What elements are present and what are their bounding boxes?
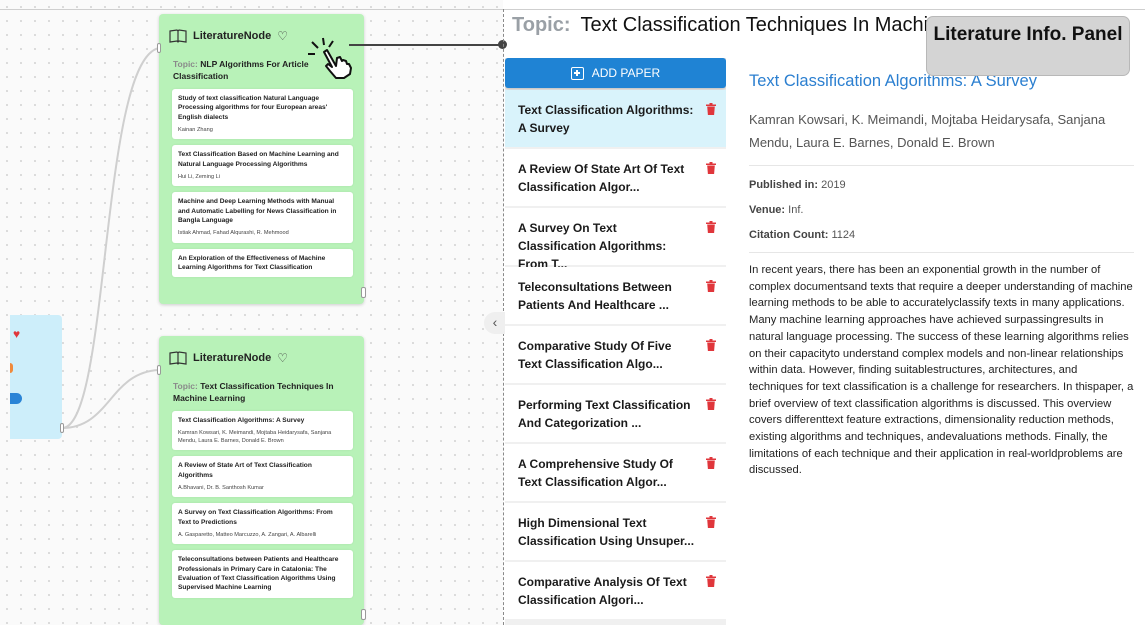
paper-card[interactable]: Text Classification Based on Machine Lea…: [172, 145, 353, 187]
node-output-handle[interactable]: [361, 287, 366, 298]
divider: [749, 165, 1134, 166]
paper-list-item[interactable]: A Review Of State Art Of Text Classifica…: [505, 149, 726, 206]
connector-line: [349, 44, 503, 46]
panel-overlay-label: Literature Info. Panel: [926, 16, 1130, 76]
top-border: [0, 9, 1145, 10]
paper-card-title: An Exploration of the Effectiveness of M…: [178, 254, 326, 272]
detail-venue: Venue: Inf.: [749, 204, 804, 216]
paper-list-panel: ADD PAPER Text Classification Algorithms…: [505, 58, 726, 625]
heart-icon[interactable]: ♡: [277, 29, 288, 43]
node-output-handle[interactable]: [60, 423, 64, 433]
paper-list-item[interactable]: Comparative Study Of Five Text Classific…: [505, 326, 726, 383]
chevron-left-icon[interactable]: ‹: [484, 312, 506, 334]
paper-card-title: Teleconsultations between Patients and H…: [178, 556, 339, 592]
paper-card[interactable]: Study of text classification Natural Lan…: [172, 89, 353, 140]
trash-icon[interactable]: [706, 516, 716, 528]
paper-list-item[interactable]: Comparative Analysis Of Text Classificat…: [505, 562, 726, 619]
detail-citation-count: Citation Count: 1124: [749, 229, 856, 241]
paper-card-authors: Kainan Zhang: [178, 126, 213, 133]
heart-icon[interactable]: ♡: [277, 351, 288, 365]
paper-card-title: Text Classification Based on Machine Lea…: [178, 151, 339, 168]
node-topic: Topic: Text Classification Techniques In…: [173, 381, 334, 403]
node-title: LiteratureNode: [193, 352, 272, 364]
add-box-icon: [570, 66, 584, 80]
paper-card-title: Machine and Deep Learning Methods with M…: [178, 198, 337, 225]
heart-icon[interactable]: ♥: [13, 327, 20, 341]
paper-list-item[interactable]: Teleconsultations Between Patients And H…: [505, 267, 726, 324]
trash-icon[interactable]: [706, 280, 716, 292]
trash-icon[interactable]: [706, 457, 716, 469]
trash-icon[interactable]: [706, 221, 716, 233]
node-output-handle[interactable]: [361, 609, 366, 620]
trash-icon[interactable]: [706, 103, 716, 115]
book-icon: [169, 29, 187, 43]
paper-card-authors: A. Gasparetto, Matteo Marcuzzo, A. Zanga…: [178, 531, 317, 538]
pointer-hand-icon: [308, 37, 352, 79]
paper-card[interactable]: A Review of State Art of Text Classifica…: [172, 456, 353, 498]
graph-canvas[interactable]: ♥ LiteratureNode ♡ Topic: NLP Algorithms…: [0, 0, 503, 625]
paper-card-authors: Kamran Kowsari, K. Meimandi, Mojtaba Hei…: [178, 430, 332, 444]
paper-card-authors: Istiak Ahmad, Fahad Alqurashi, R. Mehmoo…: [178, 230, 289, 237]
paper-card[interactable]: Machine and Deep Learning Methods with M…: [172, 192, 353, 243]
paper-list-item[interactable]: Text Classification Algorithms: A Survey: [505, 90, 726, 147]
node-title: LiteratureNode: [193, 30, 272, 42]
detail-abstract: In recent years, there has been an expon…: [749, 264, 1134, 477]
detail-authors: Kamran Kowsari, K. Meimandi, Mojtaba Hei…: [749, 112, 1106, 150]
trash-icon[interactable]: [706, 162, 716, 174]
divider: [749, 252, 1134, 253]
paper-card-title: A Review of State Art of Text Classifica…: [178, 462, 312, 479]
paper-list-item[interactable]: A Comprehensive Study Of Text Classifica…: [505, 444, 726, 501]
detail-published: Published in: 2019: [749, 179, 846, 191]
paper-card-title: Text Classification Algorithms: A Survey: [178, 417, 305, 424]
paper-card-authors: A.Bhavani, Dr. B. Santhosh Kumar: [178, 484, 264, 491]
paper-card[interactable]: Teleconsultations between Patients and H…: [172, 550, 353, 598]
trash-icon[interactable]: [706, 575, 716, 587]
paper-card[interactable]: An Exploration of the Effectiveness of M…: [172, 248, 353, 278]
expand-pill[interactable]: [10, 393, 22, 404]
node-input-handle[interactable]: [157, 43, 161, 53]
paper-card-title: Study of text classification Natural Lan…: [178, 95, 328, 121]
node-input-handle[interactable]: [157, 365, 161, 375]
paper-detail: Text Classification Algorithms: A Survey…: [749, 70, 1134, 479]
book-icon: [169, 351, 187, 365]
trash-icon[interactable]: [706, 339, 716, 351]
paper-list-item[interactable]: High Dimensional Text Classification Usi…: [505, 503, 726, 560]
literature-node-2[interactable]: LiteratureNode ♡ Topic: Text Classificat…: [159, 336, 364, 625]
paper-card-title: A Survey on Text Classification Algorith…: [178, 509, 333, 526]
panel-topic: Topic: Text Classification Techniques In …: [512, 14, 929, 36]
add-paper-button[interactable]: ADD PAPER: [505, 58, 726, 88]
paper-list-item[interactable]: Performing Text Classification And Categ…: [505, 385, 726, 442]
paper-list-item[interactable]: A Survey On Text Classification Algorith…: [505, 208, 726, 271]
paper-card-authors: Hui Li, Zeming Li: [178, 173, 220, 180]
paper-card[interactable]: A Survey on Text Classification Algorith…: [172, 503, 353, 545]
paper-card[interactable]: Text Classification Algorithms: A Survey…: [172, 411, 353, 451]
parent-node[interactable]: ♥: [10, 315, 62, 439]
status-dot: [10, 363, 13, 373]
trash-icon[interactable]: [706, 398, 716, 410]
